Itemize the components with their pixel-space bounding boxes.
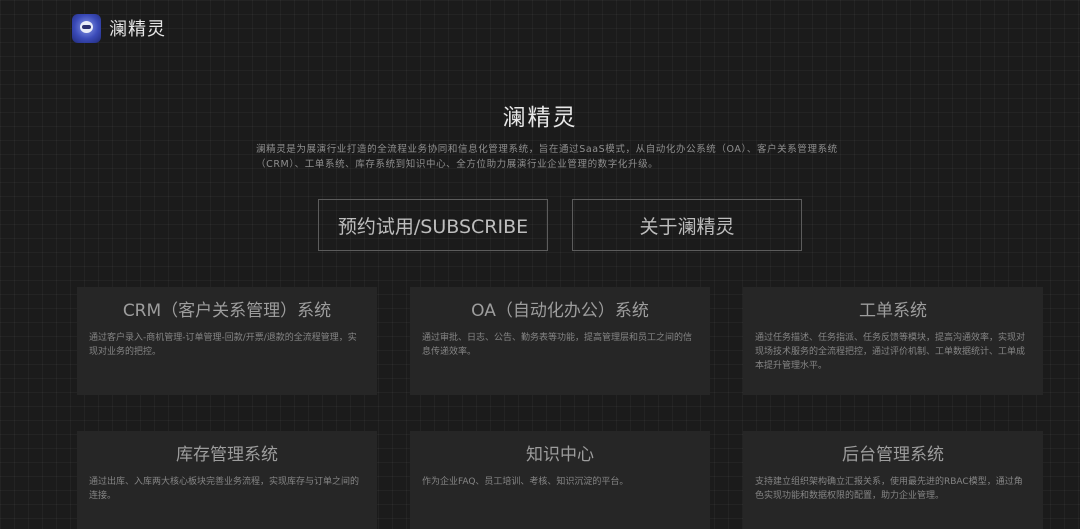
about-button[interactable]: 关于澜精灵 xyxy=(572,199,802,251)
hero-description: 澜精灵是为展演行业打造的全流程业务协同和信息化管理系统，旨在通过SaaS模式，从… xyxy=(256,144,838,170)
feature-description: 通过客户录入-商机管理-订单管理-回款/开票/退款的全流程管理，实现对业务的把控… xyxy=(89,333,357,357)
feature-card-admin[interactable]: 后台管理系统 支持建立组织架构确立汇报关系，使用最先进的RBAC模型，通过角色实… xyxy=(743,431,1043,529)
subscribe-button[interactable]: 预约试用/SUBSCRIBE xyxy=(318,199,548,251)
feature-card-inventory[interactable]: 库存管理系统 通过出库、入库两大核心板块完善业务流程，实现库存与订单之间的连接。 xyxy=(77,431,377,529)
site-header: 澜精灵 xyxy=(72,13,166,43)
feature-title: 工单系统 xyxy=(859,301,927,321)
feature-title: CRM（客户关系管理）系统 xyxy=(122,301,332,321)
brand-name[interactable]: 澜精灵 xyxy=(109,15,166,41)
feature-title: 库存管理系统 xyxy=(176,445,278,465)
feature-card-crm[interactable]: CRM（客户关系管理）系统 通过客户录入-商机管理-订单管理-回款/开票/退款的… xyxy=(77,287,377,395)
feature-card-knowledge[interactable]: 知识中心 作为企业FAQ、员工培训、考核、知识沉淀的平台。 xyxy=(410,431,710,529)
feature-title: 后台管理系统 xyxy=(842,445,944,465)
feature-description: 通过出库、入库两大核心板块完善业务流程，实现库存与订单之间的连接。 xyxy=(89,477,360,501)
hero-title: 澜精灵 xyxy=(502,105,578,131)
feature-description: 通过任务描述、任务指派、任务反馈等模块，提高沟通效率，实现对现场技术服务的全流程… xyxy=(755,333,1026,371)
feature-card-oa[interactable]: OA（自动化办公）系统 通过审批、日志、公告、勤务表等功能，提高管理层和员工之间… xyxy=(410,287,710,395)
feature-title: OA（自动化办公）系统 xyxy=(471,301,649,321)
feature-title: 知识中心 xyxy=(526,445,594,465)
feature-description: 通过审批、日志、公告、勤务表等功能，提高管理层和员工之间的信息传递效率。 xyxy=(422,333,693,357)
feature-description: 支持建立组织架构确立汇报关系，使用最先进的RBAC模型，通过角色实现功能和数据权… xyxy=(755,477,1023,501)
feature-card-ticket[interactable]: 工单系统 通过任务描述、任务指派、任务反馈等模块，提高沟通效率，实现对现场技术服… xyxy=(743,287,1043,395)
robot-logo-icon[interactable] xyxy=(72,13,101,43)
feature-description: 作为企业FAQ、员工培训、考核、知识沉淀的平台。 xyxy=(422,477,629,487)
